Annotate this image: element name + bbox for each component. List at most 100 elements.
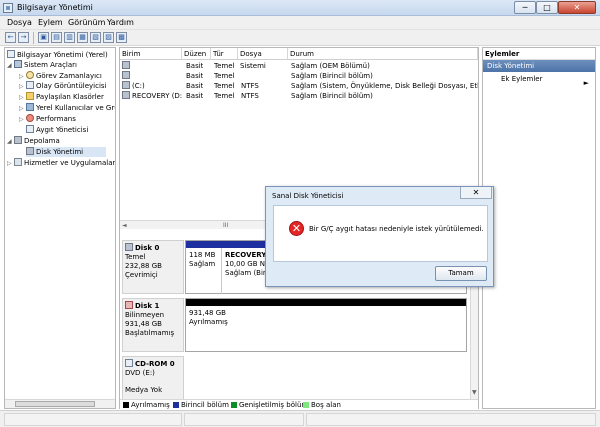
users-icon — [26, 103, 34, 111]
volume-disk-icon — [122, 71, 132, 81]
collapsed-triangle-icon[interactable]: ▷ — [19, 94, 26, 101]
partition-oem[interactable]: 118 MB Sağlam — [186, 248, 222, 294]
tree-item-disk-management[interactable]: Disk Yönetimi — [26, 147, 106, 157]
column-status[interactable]: Durum — [288, 48, 478, 60]
settings-icon[interactable]: ▩ — [116, 32, 127, 43]
more-actions-link[interactable]: Ek Eylemler — [483, 72, 595, 84]
volume-status: Sağlam (OEM Bölümü) — [291, 62, 370, 70]
volume-status: Sağlam (Birincil bölüm) — [291, 92, 373, 100]
volume-fs: NTFS — [241, 82, 259, 90]
disk0-state: Çevrimiçi — [125, 271, 158, 279]
column-type[interactable]: Tür — [211, 48, 238, 60]
menu-help[interactable]: Yardım — [107, 18, 134, 27]
disk1-state: Başlatılmamış — [125, 329, 175, 337]
maximize-button[interactable]: □ — [536, 1, 558, 14]
error-dialog: Sanal Disk Yöneticisi ✕ ✕ Bir G/Ç aygıt … — [265, 186, 494, 287]
legend-extended: Genişletilmiş bölüm — [231, 401, 308, 409]
event-viewer-icon — [26, 81, 34, 89]
disk1-partitions: 931,48 GB Ayrılmamış — [185, 298, 467, 352]
legend-bar: Ayrılmamış Birincil bölüm Genişletilmiş … — [120, 399, 478, 409]
forward-arrow-icon[interactable]: → — [18, 32, 29, 43]
partition-unallocated[interactable]: 931,48 GB Ayrılmamış — [186, 306, 466, 352]
help-icon[interactable]: ▦ — [77, 32, 88, 43]
tree-scroll-thumb[interactable] — [15, 401, 95, 407]
tree-item-shared-folders[interactable]: ▷ Paylaşılan Klasörler — [19, 92, 104, 102]
menu-action[interactable]: Eylem — [38, 18, 63, 27]
collapsed-triangle-icon[interactable]: ▷ — [19, 83, 26, 90]
cdrom0-name: CD-ROM 0 — [125, 359, 181, 369]
tree-item-root[interactable]: Bilgisayar Yönetimi (Yerel) — [7, 50, 108, 60]
submenu-arrow-icon[interactable]: ► — [584, 79, 589, 87]
collapsed-triangle-icon[interactable]: ▷ — [7, 160, 14, 167]
column-layout[interactable]: Düzen — [182, 48, 211, 60]
collapsed-triangle-icon[interactable]: ▷ — [19, 116, 26, 123]
tree-item-performance[interactable]: ▷ Performans — [19, 114, 76, 124]
tree-item-services[interactable]: ▷ Hizmetler ve Uygulamalar — [7, 158, 115, 168]
disk0-type: Temel — [125, 253, 146, 261]
close-button[interactable]: ✕ — [558, 1, 596, 14]
volume-type: Temel — [214, 92, 235, 100]
tree-item-task-scheduler[interactable]: ▷ Görev Zamanlayıcı — [19, 71, 102, 81]
disk0-name: Disk 0 — [125, 243, 181, 253]
dialog-message-area: ✕ Bir G/Ç aygıt hatası nedeniyle istek y… — [273, 205, 488, 262]
tree-item-system-tools[interactable]: ◢ Sistem Araçları — [7, 60, 77, 70]
properties-icon[interactable]: ▥ — [64, 32, 75, 43]
cd-drive-icon — [125, 359, 133, 367]
actions-header: Eylemler — [483, 48, 595, 60]
tree-item-event-viewer[interactable]: ▷ Olay Görüntüleyicisi — [19, 81, 106, 91]
status-bar — [0, 410, 600, 427]
legend-swatch — [173, 402, 179, 408]
volume-name[interactable] — [132, 61, 182, 71]
status-section-1 — [4, 413, 182, 426]
volume-name[interactable]: (C:) — [132, 81, 182, 91]
volume-disk-icon — [122, 61, 132, 71]
minimize-button[interactable]: ─ — [514, 1, 536, 14]
collapsed-triangle-icon[interactable]: ▷ — [19, 105, 26, 112]
volume-layout: Basit — [186, 72, 204, 80]
disk1-size: 931,48 GB — [125, 320, 162, 328]
window-title: Bilgisayar Yönetimi — [17, 3, 93, 12]
expanded-triangle-icon[interactable]: ◢ — [7, 62, 14, 69]
dialog-close-button[interactable]: ✕ — [460, 187, 492, 199]
cdrom0-drive: DVD (E:) — [125, 369, 155, 377]
column-file-system[interactable]: Dosya Sistemi — [238, 48, 288, 70]
menu-file[interactable]: Dosya — [7, 18, 32, 27]
volume-name[interactable] — [132, 71, 182, 81]
actions-subheader[interactable]: Disk Yönetimi — [483, 60, 595, 72]
scroll-left-icon[interactable]: ◄ — [122, 222, 127, 229]
scroll-thumb-grip[interactable]: III — [223, 222, 228, 229]
tree-item-local-users[interactable]: ▷ Yerel Kullanıcılar ve Gru — [19, 103, 115, 113]
collapsed-triangle-icon[interactable]: ▷ — [19, 73, 26, 80]
status-section-2 — [184, 413, 304, 426]
legend-swatch — [303, 402, 309, 408]
cdrom0-media: Medya Yok — [125, 386, 163, 394]
view-icon[interactable]: ▧ — [90, 32, 101, 43]
volume-name[interactable]: RECOVERY (D:) — [132, 91, 182, 101]
title-bar: Bilgisayar Yönetimi ─ □ ✕ — [0, 0, 600, 16]
expanded-triangle-icon[interactable]: ◢ — [7, 138, 14, 145]
disk1-label[interactable]: Disk 1 Bilinmeyen 931,48 GB Başlatılmamı… — [122, 298, 184, 352]
volume-disk-icon — [122, 81, 132, 91]
folder-icon — [26, 92, 34, 100]
up-level-icon[interactable]: ▣ — [38, 32, 49, 43]
volume-type: Temel — [214, 82, 235, 90]
volume-type: Temel — [214, 62, 235, 70]
check-icon[interactable]: ▨ — [103, 32, 114, 43]
scroll-down-icon[interactable]: ▼ — [472, 389, 477, 396]
column-volume[interactable]: Birim — [120, 48, 182, 60]
tree-item-storage[interactable]: ◢ Depolama — [7, 136, 60, 146]
back-arrow-icon[interactable]: ← — [5, 32, 16, 43]
show-hide-tree-icon[interactable]: ▤ — [51, 32, 62, 43]
tools-icon — [14, 60, 22, 68]
storage-icon — [14, 136, 22, 144]
ok-button[interactable]: Tamam — [435, 266, 487, 281]
menu-view[interactable]: Görünüm — [68, 18, 105, 27]
disk-warning-icon — [125, 301, 133, 309]
tree-horizontal-scrollbar[interactable] — [5, 399, 115, 408]
unallocated-bar — [186, 299, 466, 306]
disk0-size: 232,88 GB — [125, 262, 162, 270]
legend-primary: Birincil bölüm — [173, 401, 229, 409]
disk0-label[interactable]: Disk 0 Temel 232,88 GB Çevrimiçi — [122, 240, 184, 294]
performance-icon — [26, 114, 34, 122]
tree-item-device-manager[interactable]: Aygıt Yöneticisi — [26, 125, 88, 135]
